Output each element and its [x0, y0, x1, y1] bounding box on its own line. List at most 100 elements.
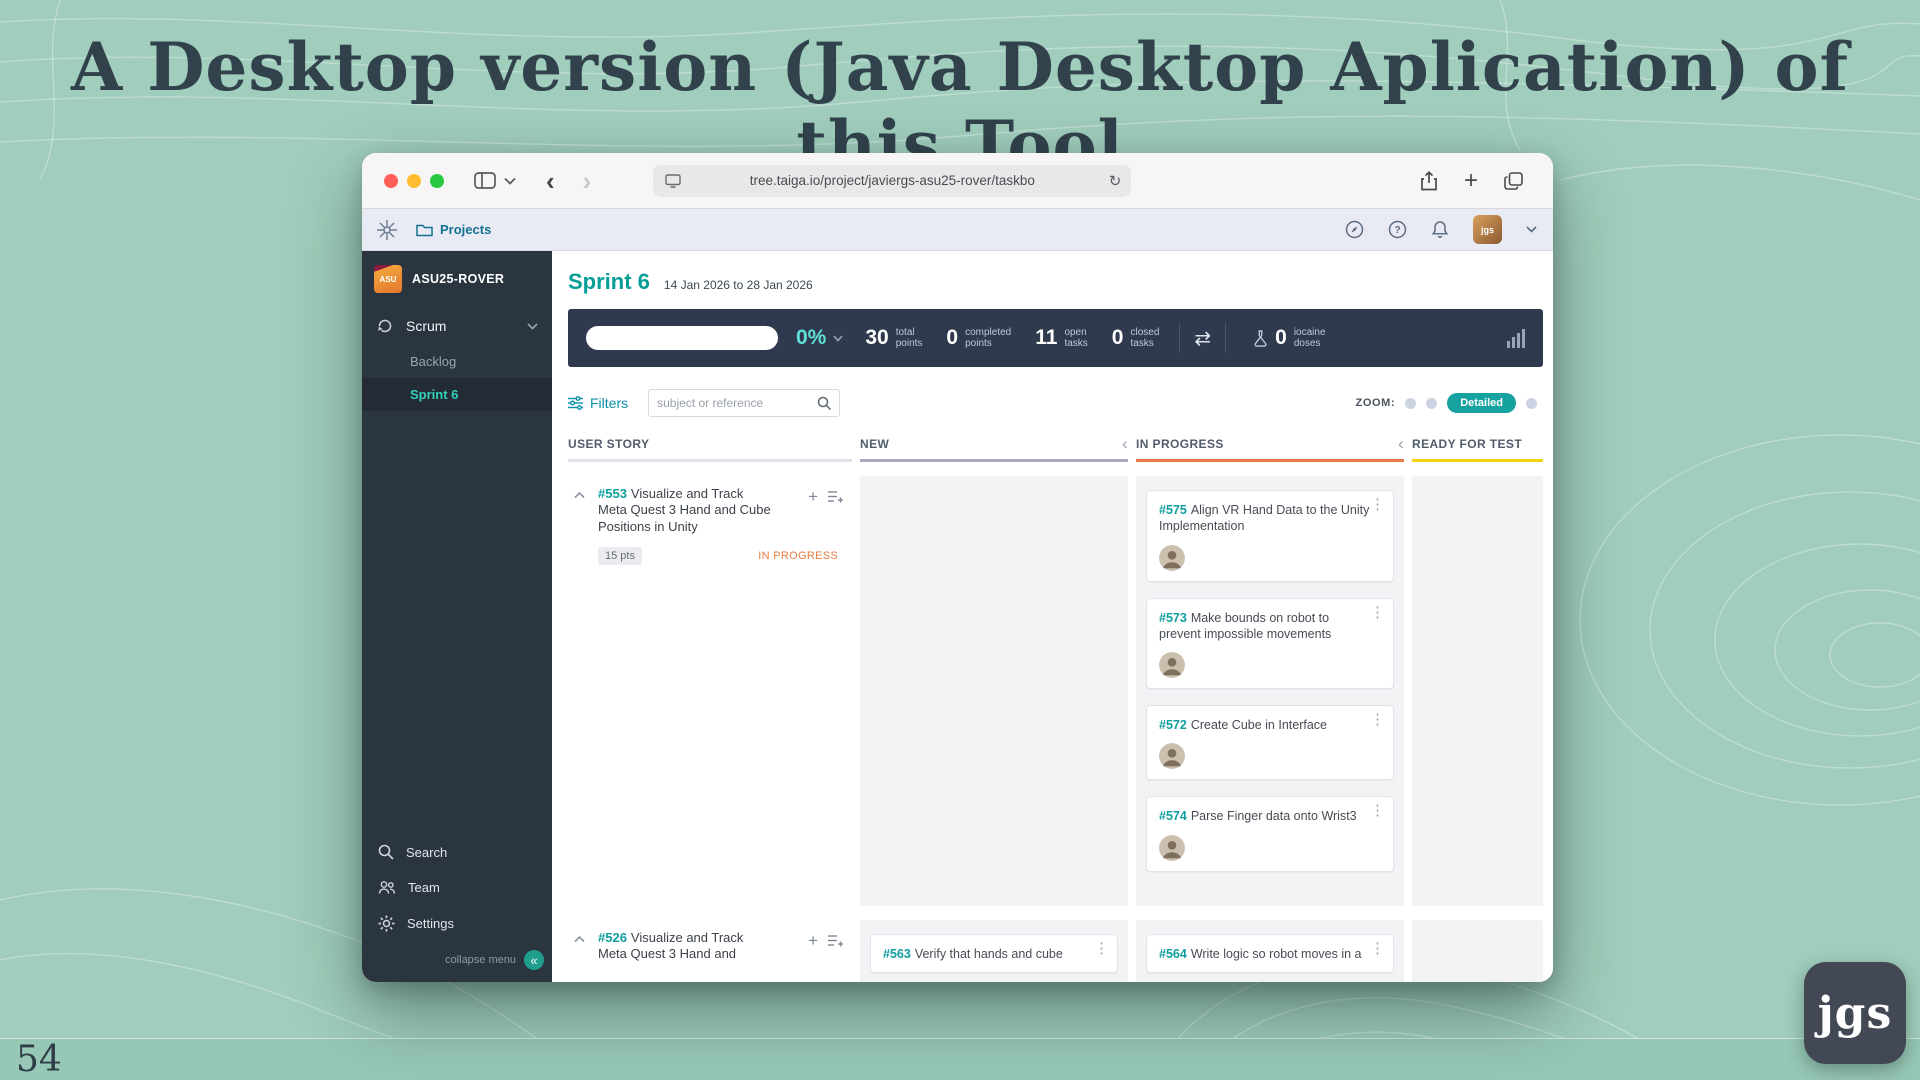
column-header-in-progress: IN PROGRESS ‹	[1136, 437, 1404, 462]
page-settings-icon[interactable]	[665, 174, 681, 188]
projects-link[interactable]: Projects	[416, 222, 491, 237]
address-bar[interactable]: tree.taiga.io/project/javiergs-asu25-rov…	[653, 165, 1131, 197]
sidebar-item-sprint-6[interactable]: Sprint 6	[362, 378, 552, 411]
sidebar-item-team[interactable]: Team	[362, 870, 552, 905]
browser-toolbar: ‹ › tree.taiga.io/project/javiergs-asu25…	[362, 153, 1553, 209]
task-menu-icon[interactable]: ⋮	[1370, 605, 1385, 620]
task-ref[interactable]: #573	[1159, 611, 1187, 625]
taskboard-search[interactable]	[648, 389, 840, 417]
task-menu-icon[interactable]: ⋮	[1094, 941, 1109, 956]
assignee-avatar[interactable]	[1159, 835, 1185, 861]
sidebar-project[interactable]: ASU ASU25-ROVER	[362, 251, 552, 307]
sidebar-toggle-icon[interactable]	[474, 172, 496, 189]
fullscreen-button[interactable]	[430, 174, 444, 188]
task-card[interactable]: ⋮ #563Verify that hands and cube	[870, 934, 1118, 973]
task-menu-icon[interactable]: ⋮	[1370, 497, 1385, 512]
collapse-column-icon[interactable]: ‹	[1122, 439, 1128, 449]
task-ref[interactable]: #564	[1159, 947, 1187, 961]
slide: A Desktop version (Java Desktop Aplicati…	[0, 0, 1920, 1080]
assignee-avatar[interactable]	[1159, 652, 1185, 678]
notifications-bell-icon[interactable]	[1431, 220, 1449, 239]
zoom-level-dot-1[interactable]	[1405, 398, 1416, 409]
sidebar-item-backlog[interactable]: Backlog	[362, 345, 552, 378]
discover-icon[interactable]	[1345, 220, 1364, 239]
tab-overview-icon[interactable]	[1504, 172, 1523, 190]
user-story-card[interactable]: + #526Visualize and Track Meta Quest 3 H…	[568, 920, 852, 982]
minimize-button[interactable]	[407, 174, 421, 188]
traffic-lights	[384, 174, 444, 188]
lane-ready-for-test	[1412, 476, 1543, 906]
task-ref[interactable]: #572	[1159, 718, 1187, 732]
task-card[interactable]: ⋮ #573Make bounds on robot to prevent im…	[1146, 598, 1394, 690]
task-ref[interactable]: #575	[1159, 503, 1187, 517]
lane-new	[860, 476, 1128, 906]
zoom-label: ZOOM:	[1356, 397, 1396, 409]
task-menu-icon[interactable]: ⋮	[1370, 803, 1385, 818]
collapse-menu-button[interactable]: «	[524, 950, 544, 970]
lane-new: ⋮ #563Verify that hands and cube	[860, 920, 1128, 982]
progress-bar	[586, 326, 778, 350]
collapse-story-icon[interactable]	[574, 492, 585, 499]
brand-text: jgs	[1818, 988, 1892, 1039]
story-status: IN PROGRESS	[758, 550, 838, 562]
add-multiple-tasks-icon[interactable]	[828, 490, 844, 503]
task-menu-icon[interactable]: ⋮	[1370, 712, 1385, 727]
task-card[interactable]: ⋮ #572Create Cube in Interface	[1146, 705, 1394, 780]
task-ref[interactable]: #574	[1159, 809, 1187, 823]
stats-chevron-icon[interactable]	[833, 335, 843, 342]
task-menu-icon[interactable]: ⋮	[1370, 941, 1385, 956]
swimlane-526: + #526Visualize and Track Meta Quest 3 H…	[568, 920, 1543, 982]
story-ref[interactable]: #553	[598, 486, 627, 501]
share-icon[interactable]	[1420, 171, 1438, 191]
help-icon[interactable]: ?	[1388, 220, 1407, 239]
assignee-avatar[interactable]	[1159, 545, 1185, 571]
divider	[1225, 323, 1226, 353]
task-card[interactable]: ⋮ #575Align VR Hand Data to the Unity Im…	[1146, 490, 1394, 582]
sidebar-item-label: Team	[408, 880, 440, 895]
zoom-level-selected[interactable]: Detailed	[1447, 393, 1516, 413]
new-tab-icon[interactable]: +	[1464, 169, 1478, 193]
user-avatar[interactable]: jgs	[1473, 215, 1502, 244]
page-number: 54	[16, 1039, 62, 1080]
assignee-avatar[interactable]	[1159, 743, 1185, 769]
add-task-icon[interactable]: +	[808, 932, 818, 949]
user-story-card[interactable]: + #553Visualize and Track Meta Quest 3 H…	[568, 476, 852, 906]
collapse-story-icon[interactable]	[574, 936, 585, 943]
divider	[1179, 323, 1180, 353]
search-icon[interactable]	[817, 396, 831, 410]
task-card[interactable]: ⋮ #574Parse Finger data onto Wrist3	[1146, 796, 1394, 871]
add-multiple-tasks-icon[interactable]	[828, 934, 844, 947]
add-task-icon[interactable]: +	[808, 488, 818, 505]
taiga-logo-icon[interactable]	[374, 217, 400, 243]
search-icon	[378, 844, 394, 860]
team-icon	[378, 880, 396, 895]
browser-window: ‹ › tree.taiga.io/project/javiergs-asu25…	[362, 153, 1553, 982]
story-ref[interactable]: #526	[598, 930, 627, 945]
task-card[interactable]: ⋮ #564Write logic so robot moves in a	[1146, 934, 1394, 973]
collapse-column-icon[interactable]: ‹	[1398, 439, 1404, 449]
close-button[interactable]	[384, 174, 398, 188]
sidebar-item-scrum[interactable]: Scrum	[362, 307, 552, 345]
column-header-user-story: USER STORY	[568, 437, 852, 462]
reload-icon[interactable]: ↻	[1109, 172, 1122, 190]
sidebar-item-label: Settings	[407, 916, 454, 931]
filters-button[interactable]: Filters	[568, 395, 628, 411]
sprint-title: Sprint 6	[568, 269, 650, 295]
swimlane-553: + #553Visualize and Track Meta Quest 3 H…	[568, 476, 1543, 906]
sidebar-item-settings[interactable]: Settings	[362, 905, 552, 942]
chevron-down-icon[interactable]	[527, 323, 538, 330]
story-points-tag[interactable]: 15 pts	[598, 547, 642, 565]
user-menu-chevron-icon[interactable]	[1526, 226, 1537, 233]
search-input[interactable]	[657, 396, 817, 410]
graph-toggle-icon[interactable]	[1507, 329, 1525, 348]
swap-view-icon[interactable]: ⇄	[1194, 326, 1211, 351]
collapse-menu-label[interactable]: collapse menu	[445, 954, 516, 966]
task-ref[interactable]: #563	[883, 947, 911, 961]
zoom-level-dot-2[interactable]	[1426, 398, 1437, 409]
zoom-level-dot-3[interactable]	[1526, 398, 1537, 409]
back-button[interactable]: ‹	[546, 168, 555, 194]
forward-button[interactable]: ›	[583, 168, 592, 194]
tab-group-chevron-icon[interactable]	[504, 177, 516, 185]
sidebar-item-search[interactable]: Search	[362, 834, 552, 870]
bottom-band	[0, 1038, 1920, 1080]
